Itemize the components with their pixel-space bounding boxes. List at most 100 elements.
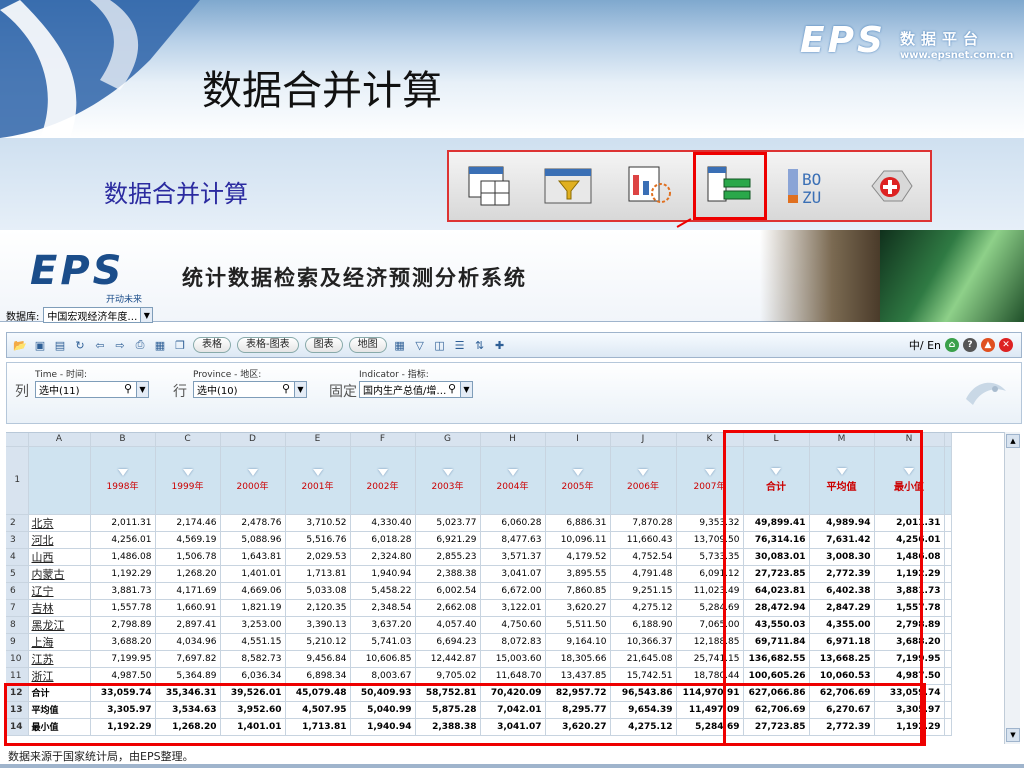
aggregate-cell[interactable]: 2,011.31 (874, 514, 945, 532)
aggregate-cell[interactable]: 3,008.30 (809, 548, 875, 566)
aggregate-cell[interactable]: 136,682.55 (743, 650, 810, 668)
scroll-down-icon[interactable]: ▼ (1006, 728, 1020, 742)
value-cell[interactable]: 3,122.01 (480, 599, 546, 617)
table-chart-view-button[interactable]: 表格-图表 (237, 337, 299, 353)
year-header[interactable]: 2007年 (676, 446, 744, 515)
sort-triangle-icon[interactable] (507, 468, 518, 476)
value-cell[interactable]: 1,268.20 (155, 718, 221, 736)
value-cell[interactable]: 13,437.85 (545, 667, 611, 685)
value-cell[interactable]: 12,442.87 (415, 650, 481, 668)
back-arrow-icon[interactable]: ⇦ (93, 338, 107, 352)
value-cell[interactable]: 3,688.20 (90, 633, 156, 651)
year-header[interactable]: 2003年 (415, 446, 481, 515)
column-letter[interactable]: D (220, 433, 286, 447)
value-cell[interactable]: 33,059.74 (90, 684, 156, 702)
value-cell[interactable]: 5,458.22 (350, 582, 416, 600)
value-cell[interactable]: 4,275.12 (610, 599, 677, 617)
value-cell[interactable]: 2,388.38 (415, 718, 481, 736)
value-cell[interactable]: 15,003.60 (480, 650, 546, 668)
value-cell[interactable]: 8,072.83 (480, 633, 546, 651)
province-name[interactable]: 北京 (28, 514, 91, 532)
value-cell[interactable]: 4,275.12 (610, 718, 677, 736)
aggregate-cell[interactable]: 30,083.01 (743, 548, 810, 566)
close-icon[interactable]: ✕ (999, 338, 1013, 352)
value-cell[interactable]: 13,709.50 (676, 531, 744, 549)
chevron-down-icon[interactable]: ▼ (136, 382, 148, 397)
aggregate-cell[interactable]: 64,023.81 (743, 582, 810, 600)
year-header[interactable]: 2000年 (220, 446, 286, 515)
sort-triangle-icon[interactable] (377, 468, 388, 476)
value-cell[interactable]: 3,041.07 (480, 718, 546, 736)
aggregate-cell[interactable]: 76,314.16 (743, 531, 810, 549)
value-cell[interactable]: 82,957.72 (545, 684, 611, 702)
aggregate-cell[interactable]: 10,060.53 (809, 667, 875, 685)
aggregate-cell[interactable]: 6,971.18 (809, 633, 875, 651)
value-cell[interactable]: 4,057.40 (415, 616, 481, 634)
value-cell[interactable]: 4,987.50 (90, 667, 156, 685)
sort-icon[interactable]: ⇅ (473, 338, 487, 352)
value-cell[interactable]: 5,040.99 (350, 701, 416, 719)
value-cell[interactable]: 8,003.67 (350, 667, 416, 685)
sort-triangle-icon[interactable] (247, 468, 258, 476)
year-header[interactable]: 1998年 (90, 446, 156, 515)
value-cell[interactable]: 1,643.81 (220, 548, 286, 566)
value-cell[interactable]: 5,088.96 (220, 531, 286, 549)
year-header[interactable]: 2004年 (480, 446, 546, 515)
indicator-select[interactable]: 国内生产总值/增… ⚲ ▼ (359, 381, 473, 398)
aggregate-cell[interactable]: 69,711.84 (743, 633, 810, 651)
value-cell[interactable]: 4,256.01 (90, 531, 156, 549)
search-icon[interactable]: ⚲ (448, 382, 456, 395)
search-icon[interactable]: ⚲ (124, 382, 132, 395)
row-number[interactable]: 11 (6, 667, 29, 685)
export-icon[interactable]: ▦ (153, 338, 167, 352)
aggregate-cell[interactable]: 6,270.67 (809, 701, 875, 719)
value-cell[interactable]: 3,710.52 (285, 514, 351, 532)
value-cell[interactable]: 9,353.32 (676, 514, 744, 532)
value-cell[interactable]: 1,713.81 (285, 718, 351, 736)
value-cell[interactable]: 6,018.28 (350, 531, 416, 549)
aggregate-cell[interactable]: 100,605.26 (743, 667, 810, 685)
value-cell[interactable]: 4,171.69 (155, 582, 221, 600)
value-cell[interactable]: 11,648.70 (480, 667, 546, 685)
province-name[interactable]: 吉林 (28, 599, 91, 617)
aggregate-cell[interactable]: 2,772.39 (809, 565, 875, 583)
aggregate-cell[interactable]: 4,987.50 (874, 667, 945, 685)
year-header[interactable]: 2002年 (350, 446, 416, 515)
value-cell[interactable]: 6,921.29 (415, 531, 481, 549)
sort-triangle-icon[interactable] (704, 468, 715, 476)
sort-triangle-icon[interactable] (572, 468, 583, 476)
value-cell[interactable]: 70,420.09 (480, 684, 546, 702)
value-cell[interactable]: 45,079.48 (285, 684, 351, 702)
sort-triangle-icon[interactable] (442, 468, 453, 476)
value-cell[interactable]: 35,346.31 (155, 684, 221, 702)
row-number[interactable]: 6 (6, 582, 29, 600)
up-icon[interactable]: ▲ (981, 338, 995, 352)
value-cell[interactable]: 9,654.39 (610, 701, 677, 719)
value-cell[interactable]: 12,188.85 (676, 633, 744, 651)
value-cell[interactable]: 2,388.38 (415, 565, 481, 583)
value-cell[interactable]: 11,023.49 (676, 582, 744, 600)
value-cell[interactable]: 1,401.01 (220, 718, 286, 736)
province-name[interactable]: 内蒙古 (28, 565, 91, 583)
add-icon[interactable] (862, 161, 918, 211)
aggregate-cell[interactable]: 28,472.94 (743, 599, 810, 617)
value-cell[interactable]: 6,188.90 (610, 616, 677, 634)
aggregate-cell[interactable]: 1,192.29 (874, 718, 945, 736)
value-cell[interactable]: 6,060.28 (480, 514, 546, 532)
sort-triangle-icon[interactable] (771, 467, 781, 475)
value-cell[interactable]: 11,497.09 (676, 701, 744, 719)
column-letter[interactable]: K (676, 433, 744, 447)
year-header[interactable]: 2001年 (285, 446, 351, 515)
aggregate-cell[interactable]: 2,847.29 (809, 599, 875, 617)
sort-triangle-icon[interactable] (904, 467, 914, 475)
value-cell[interactable]: 1,401.01 (220, 565, 286, 583)
language-toggle[interactable]: 中/ En (909, 337, 941, 353)
value-cell[interactable]: 1,192.29 (90, 565, 156, 583)
value-cell[interactable]: 7,870.28 (610, 514, 677, 532)
value-cell[interactable]: 18,780.44 (676, 667, 744, 685)
value-cell[interactable]: 9,705.02 (415, 667, 481, 685)
value-cell[interactable]: 11,660.43 (610, 531, 677, 549)
aggregate-cell[interactable]: 4,256.01 (874, 531, 945, 549)
value-cell[interactable]: 4,752.54 (610, 548, 677, 566)
value-cell[interactable]: 5,875.28 (415, 701, 481, 719)
